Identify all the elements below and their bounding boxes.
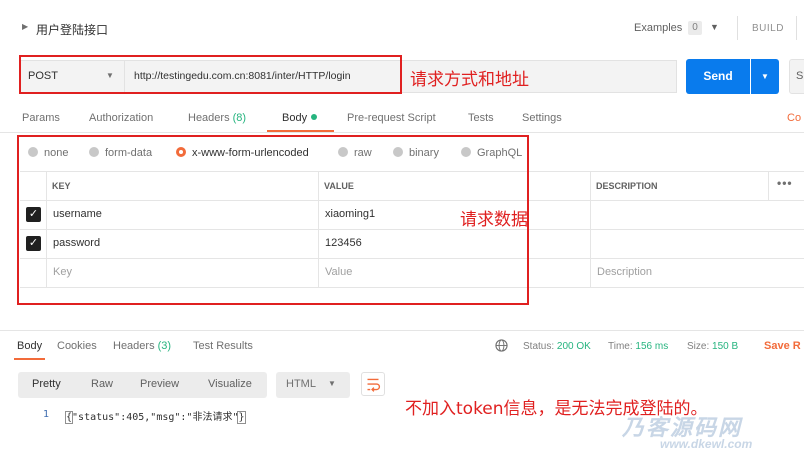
tab-tests[interactable]: Tests [468, 112, 494, 124]
globe-icon[interactable] [495, 339, 508, 352]
examples-button[interactable]: Examples [634, 22, 682, 34]
code-brace-close: } [237, 411, 246, 424]
size-label: Size: [687, 341, 710, 352]
divider [0, 330, 804, 331]
response-size: Size: 150 B [687, 341, 738, 352]
request-title-bar [0, 0, 804, 54]
body-indicator-dot [311, 114, 318, 120]
time-label: Time: [608, 341, 633, 352]
tab-prerequest-script[interactable]: Pre-request Script [347, 112, 436, 124]
response-code-line: {"status":405,"msg":"非法请求"} [64, 408, 246, 424]
more-options-icon[interactable]: ••• [777, 176, 793, 190]
tab-headers[interactable]: Headers (8) [188, 112, 246, 124]
divider [0, 132, 804, 133]
format-visualize-button[interactable]: Visualize [208, 378, 252, 390]
response-tab-body[interactable]: Body [17, 340, 42, 352]
tab-params[interactable]: Params [22, 112, 60, 124]
annotation-box-url [19, 55, 402, 94]
format-pretty-button[interactable]: Pretty [32, 378, 61, 390]
status-label: Status: [523, 341, 555, 352]
tab-body-label: Body [282, 112, 308, 124]
send-options-button[interactable]: ▼ [751, 59, 779, 94]
examples-count-badge: 0 [688, 21, 702, 35]
format-preview-button[interactable]: Preview [140, 378, 179, 390]
cookies-link[interactable]: Co [787, 112, 801, 124]
send-button[interactable]: Send [686, 59, 750, 94]
annotation-url-text: 请求方式和地址 [410, 70, 529, 90]
line-number: 1 [43, 409, 50, 420]
format-raw-button[interactable]: Raw [91, 378, 113, 390]
build-button[interactable]: BUILD [752, 23, 784, 34]
tab-headers-label: Headers [188, 112, 230, 124]
save-response-button[interactable]: Save R [764, 340, 801, 352]
status-value: 200 OK [556, 341, 591, 352]
response-tab-headers[interactable]: Headers (3) [113, 340, 171, 352]
chevron-down-icon[interactable]: ▼ [710, 22, 719, 32]
wrap-lines-icon[interactable] [361, 372, 385, 396]
tab-authorization[interactable]: Authorization [89, 112, 153, 124]
response-tab-test-results[interactable]: Test Results [193, 340, 253, 352]
response-tab-headers-label: Headers [113, 340, 155, 352]
divider [796, 16, 797, 40]
column-divider [768, 171, 769, 200]
response-status: Status: 200 OK [523, 341, 591, 352]
tab-settings[interactable]: Settings [522, 112, 562, 124]
size-value: 150 B [712, 341, 739, 352]
response-tab-cookies[interactable]: Cookies [57, 340, 97, 352]
tab-headers-count: (8) [232, 112, 247, 124]
watermark-url: www.dkewl.com [660, 437, 753, 451]
language-value: HTML [286, 378, 316, 390]
time-value: 156 ms [635, 341, 669, 352]
new-description-input[interactable]: Description [597, 266, 652, 278]
response-headers-count: (3) [157, 340, 172, 352]
column-header-description: DESCRIPTION [596, 181, 658, 191]
request-name[interactable]: 用户登陆接口 [36, 21, 108, 38]
annotation-body-text: 请求数据 [460, 210, 528, 230]
divider [737, 16, 738, 40]
active-tab-indicator [14, 358, 45, 360]
tab-body[interactable]: Body [282, 112, 318, 124]
save-button[interactable]: S [789, 59, 804, 94]
chevron-down-icon[interactable]: ▼ [328, 379, 336, 388]
annotation-box-body [17, 135, 529, 305]
expand-arrow-icon[interactable]: ▶ [22, 22, 28, 31]
response-time: Time: 156 ms [608, 341, 668, 352]
code-content: "status":405,"msg":"非法请求" [72, 412, 239, 423]
